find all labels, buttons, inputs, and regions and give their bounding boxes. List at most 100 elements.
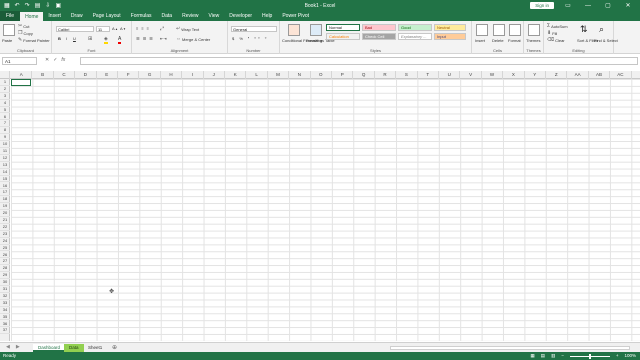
delete-cells-button[interactable]: Delete	[492, 38, 504, 43]
row-header[interactable]: 19	[0, 203, 10, 211]
tab-page-layout[interactable]: Page Layout	[88, 11, 126, 21]
style-good[interactable]: Good	[398, 24, 432, 31]
themes-button[interactable]: Themes	[526, 38, 540, 43]
row-header[interactable]: 11	[0, 148, 10, 155]
column-header[interactable]: U	[439, 71, 461, 79]
row-header[interactable]: 35	[0, 314, 10, 321]
row-header[interactable]: 12	[0, 155, 10, 162]
tab-review[interactable]: Review	[177, 11, 203, 21]
style-neutral[interactable]: Neutral	[434, 24, 466, 31]
close-icon[interactable]: ✕	[622, 2, 634, 9]
row-header[interactable]: 6	[0, 114, 10, 121]
style-normal[interactable]: Normal	[326, 24, 360, 31]
enter-icon[interactable]: ✓	[53, 57, 57, 63]
column-header[interactable]: D	[75, 71, 97, 79]
column-header[interactable]: M	[268, 71, 290, 79]
column-header[interactable]: A	[11, 71, 33, 79]
row-header[interactable]: 20	[0, 210, 10, 217]
ribbon-display-icon[interactable]: ▭	[562, 2, 574, 9]
zoom-in-icon[interactable]: +	[616, 352, 619, 360]
copy-button[interactable]: ❐ Copy	[18, 30, 33, 36]
row-header[interactable]: 21	[0, 217, 10, 224]
minimize-icon[interactable]: —	[582, 3, 594, 9]
tab-draw[interactable]: Draw	[66, 11, 88, 21]
row-header[interactable]: 9	[0, 134, 10, 142]
column-header[interactable]: V	[460, 71, 482, 79]
row-header[interactable]: 37	[0, 327, 10, 335]
name-box[interactable]: A1	[2, 57, 37, 65]
indent-buttons[interactable]: ⇤⇥	[160, 36, 167, 41]
row-header[interactable]: 26	[0, 252, 10, 259]
row-header[interactable]: 36	[0, 321, 10, 328]
add-sheet-icon[interactable]: ⊕	[112, 344, 117, 351]
row-header[interactable]: 1	[0, 79, 10, 86]
row-header[interactable]: 18	[0, 196, 10, 204]
autosave-icon[interactable]: ▦	[4, 3, 10, 9]
page-layout-view-icon[interactable]: ▤	[541, 352, 545, 360]
font-size-select[interactable]: 11	[96, 26, 110, 32]
column-header[interactable]: Q	[353, 71, 375, 79]
cell-area[interactable]	[11, 79, 640, 341]
sheet-tab-dashboard[interactable]: Dashboard	[33, 344, 66, 352]
zoom-level[interactable]: 100%	[624, 352, 636, 360]
font-name-select[interactable]: Calibri	[56, 26, 94, 32]
fill-color-button[interactable]: ◈	[104, 36, 108, 44]
column-header[interactable]: F	[118, 71, 140, 79]
row-header[interactable]: 2	[0, 86, 10, 93]
cancel-icon[interactable]: ✕	[45, 57, 49, 63]
column-header[interactable]: Z	[546, 71, 568, 79]
tab-help[interactable]: Help	[257, 11, 277, 21]
column-header[interactable]: O	[311, 71, 332, 79]
page-break-view-icon[interactable]: ▥	[551, 352, 555, 360]
select-all-corner[interactable]	[0, 71, 10, 79]
sheet-tab-sheet1[interactable]: Sheet1	[83, 344, 107, 352]
row-header[interactable]: 30	[0, 279, 10, 286]
style-check-cell[interactable]: Check Cell	[362, 33, 396, 40]
normal-view-icon[interactable]: ▦	[530, 352, 534, 360]
row-header[interactable]: 32	[0, 293, 10, 300]
tab-power-pivot[interactable]: Power Pivot	[277, 11, 314, 21]
tab-home[interactable]: Home	[20, 12, 44, 21]
row-header[interactable]: 28	[0, 265, 10, 273]
column-header[interactable]: N	[289, 71, 311, 79]
fill-button[interactable]: ⬇ Fill	[547, 30, 557, 36]
column-header[interactable]: E	[97, 71, 118, 79]
zoom-knob[interactable]	[588, 353, 591, 359]
row-header[interactable]: 7	[0, 120, 10, 128]
row-header[interactable]: 27	[0, 258, 10, 266]
column-header[interactable]: AA	[567, 71, 589, 79]
worksheet-grid[interactable]: A B C D E F G H I J K L M N O P Q R S T U V W X Y Z AA AB AC 1234567…	[0, 71, 640, 341]
row-header[interactable]: 15	[0, 176, 10, 183]
font-color-button[interactable]: A	[118, 36, 122, 44]
column-header[interactable]: I	[182, 71, 204, 79]
row-header[interactable]: 29	[0, 272, 10, 280]
zoom-slider[interactable]	[569, 353, 610, 359]
formula-input[interactable]	[80, 57, 638, 65]
format-cells-button[interactable]: Format	[508, 38, 521, 43]
clear-button[interactable]: ⌫ Clear	[547, 37, 565, 43]
horizontal-align-buttons[interactable]: ☰☰☰	[136, 36, 156, 41]
tab-formulas[interactable]: Formulas	[126, 11, 157, 21]
active-cell[interactable]	[11, 79, 31, 86]
autosum-button[interactable]: Σ AutoSum	[547, 23, 568, 29]
save-icon[interactable]: ▤	[35, 3, 41, 9]
number-format-select[interactable]: General	[231, 26, 277, 32]
column-header[interactable]: C	[54, 71, 76, 79]
form-icon[interactable]: ▣	[55, 3, 61, 9]
column-header[interactable]: T	[418, 71, 439, 79]
row-header[interactable]: 5	[0, 107, 10, 114]
style-calculation[interactable]: Calculation	[326, 33, 360, 40]
row-header[interactable]: 16	[0, 183, 10, 190]
row-header[interactable]: 33	[0, 300, 10, 307]
download-icon[interactable]: ⇩	[45, 3, 50, 9]
italic-button[interactable]: I	[66, 36, 67, 41]
insert-function-button[interactable]: fx	[61, 57, 65, 63]
column-header[interactable]: X	[503, 71, 525, 79]
bold-button[interactable]: B	[58, 36, 61, 41]
row-header[interactable]: 13	[0, 162, 10, 169]
row-header[interactable]: 17	[0, 189, 10, 197]
column-header[interactable]: P	[332, 71, 354, 79]
row-header[interactable]: 34	[0, 307, 10, 314]
column-header[interactable]: AC	[610, 71, 632, 79]
row-header[interactable]: 24	[0, 238, 10, 245]
